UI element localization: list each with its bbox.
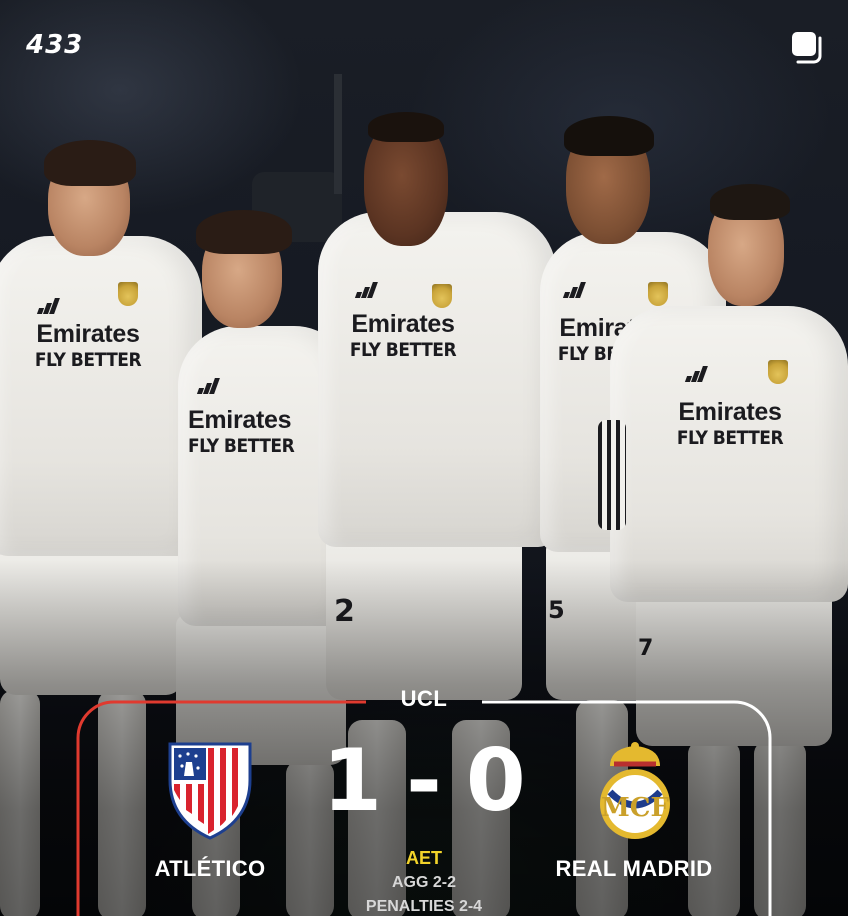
adidas-logo-icon (562, 282, 586, 298)
sponsor-tagline: FLY BETTER (34, 349, 142, 371)
club-badge-icon (432, 284, 452, 308)
penalty-score: PENALTIES 2-4 (365, 898, 483, 915)
away-score: 0 (465, 731, 528, 831)
adidas-logo-icon (684, 366, 708, 382)
sponsor-text: Emirates (36, 320, 140, 348)
sponsor-tagline: FLY BETTER (349, 339, 457, 361)
club-badge-icon (768, 360, 788, 384)
svg-text:MCF: MCF (601, 793, 669, 823)
brand-logo: 433 (26, 30, 84, 60)
sleeve-stripes (598, 420, 626, 530)
real-madrid-crest-icon: MCF (600, 742, 670, 839)
photo-post: Emirates FLY BETTER Emirates FLY BETTER … (0, 0, 848, 916)
score-separator: - (406, 731, 444, 831)
adidas-logo-icon (354, 282, 378, 298)
home-team-name: ATLÉTICO (154, 856, 266, 881)
final-score: 1-0 (300, 738, 550, 824)
camera-boom (334, 74, 342, 194)
atletico-crest-icon (168, 742, 252, 840)
copy-icon[interactable] (788, 28, 826, 66)
adidas-logo-icon (36, 298, 60, 314)
competition-label: UCL (400, 686, 448, 711)
club-badge-icon (118, 282, 138, 306)
sponsor-tagline: FLY BETTER (676, 427, 784, 449)
away-team-name: REAL MADRID (555, 856, 713, 881)
aggregate-score: AGG 2-2 (391, 874, 456, 891)
match-status: AET (406, 848, 442, 868)
home-score: 1 (322, 731, 385, 831)
sponsor-text: Emirates (678, 398, 782, 426)
sponsor-text: Emirates (351, 310, 455, 338)
sponsor-text: Emirates (188, 406, 292, 434)
adidas-logo-icon (196, 378, 220, 394)
club-badge-icon (648, 282, 668, 306)
sponsor-tagline: FLY BETTER (188, 435, 295, 457)
